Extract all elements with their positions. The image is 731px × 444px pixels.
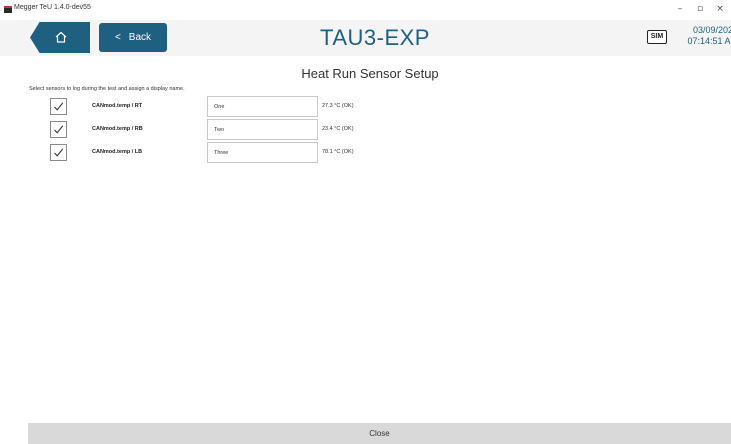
sensor-name: CANmod.temp / LB xyxy=(92,149,143,155)
checkmark-icon xyxy=(54,102,64,111)
window-title: Megger TeU 1.4.0-dev55 xyxy=(14,4,91,11)
display-name-input[interactable] xyxy=(207,119,318,140)
chevron-left-icon: < xyxy=(114,32,121,43)
app-title: TAU3-EXP xyxy=(320,25,430,50)
page-title: Heat Run Sensor Setup xyxy=(301,66,439,81)
sensor-checkbox[interactable] xyxy=(50,121,67,138)
app-header: < Back TAU3-EXP SIM 03/09/2026 07:14:51 … xyxy=(0,20,731,56)
sensor-checkbox[interactable] xyxy=(50,98,67,115)
app-logo-icon xyxy=(4,6,12,13)
app-window: Megger TeU 1.4.0-dev55 – ▫ × < Back TAU3… xyxy=(0,0,731,444)
home-button[interactable] xyxy=(30,22,90,53)
sensor-checkbox[interactable] xyxy=(50,144,67,161)
sensor-reading: 23.4 °C (OK) xyxy=(322,126,354,132)
sim-indicator-icon: SIM xyxy=(647,30,667,44)
sensor-row: CANmod.temp / LB 78.1 °C (OK) xyxy=(0,142,731,164)
maximize-button[interactable]: ▫ xyxy=(693,3,707,15)
sensor-row: CANmod.temp / RB 23.4 °C (OK) xyxy=(0,119,731,141)
sensor-reading: 78.1 °C (OK) xyxy=(322,149,354,155)
current-time: 07:14:51 AM xyxy=(687,36,731,46)
display-name-input[interactable] xyxy=(207,96,318,117)
window-close-button[interactable]: × xyxy=(713,3,727,15)
close-button[interactable]: Close xyxy=(28,423,731,444)
datetime-display: 03/09/2026 07:14:51 AM xyxy=(678,25,731,47)
checkmark-icon xyxy=(54,125,64,134)
home-icon xyxy=(55,31,67,43)
sensor-row: CANmod.temp / RT 27.3 °C (OK) xyxy=(0,96,731,118)
sensor-reading: 27.3 °C (OK) xyxy=(322,103,354,109)
os-title-bar: Megger TeU 1.4.0-dev55 – ▫ × xyxy=(0,0,731,20)
display-name-input[interactable] xyxy=(207,142,318,163)
sensor-name: CANmod.temp / RB xyxy=(92,126,143,132)
current-date: 03/09/2026 xyxy=(692,25,731,35)
checkmark-icon xyxy=(54,148,64,157)
back-button-label: Back xyxy=(128,32,152,43)
instructions-text: Select sensors to log during the test an… xyxy=(29,86,185,92)
minimize-button[interactable]: – xyxy=(673,3,687,15)
sensor-name: CANmod.temp / RT xyxy=(92,103,143,109)
back-button[interactable]: < Back xyxy=(99,23,167,52)
